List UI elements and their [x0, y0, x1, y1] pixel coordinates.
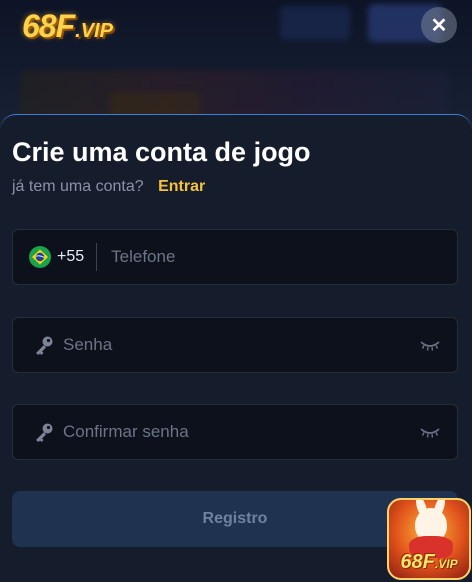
have-account-text: já tem uma conta? — [12, 178, 144, 195]
promo-badge[interactable]: 68F.VIP — [387, 498, 471, 580]
eye-closed-icon[interactable] — [419, 425, 441, 439]
field-divider — [96, 243, 98, 271]
background-banner — [20, 70, 450, 120]
country-code[interactable]: +55 — [57, 248, 84, 266]
logo-main-text: 68F — [22, 8, 75, 44]
page-title: Crie uma conta de jogo — [12, 137, 311, 167]
key-icon — [33, 334, 55, 356]
promo-main-text: 68F — [400, 551, 435, 573]
logo-suffix-text: .VIP — [75, 20, 113, 42]
promo-logo-text: 68F.VIP — [389, 551, 469, 574]
brazil-flag-icon — [29, 246, 51, 268]
confirm-password-field[interactable] — [12, 404, 458, 460]
promo-suffix-text: .VIP — [434, 557, 458, 571]
password-field[interactable] — [12, 317, 458, 373]
login-link[interactable]: Entrar — [158, 178, 205, 195]
phone-field[interactable]: +55 — [12, 229, 458, 285]
brand-logo: 68F .VIP — [22, 8, 113, 44]
password-input[interactable] — [63, 318, 419, 372]
eye-closed-icon[interactable] — [419, 338, 441, 352]
close-icon: ✕ — [430, 14, 448, 37]
close-button[interactable]: ✕ — [421, 7, 457, 43]
login-prompt: já tem uma conta? Entrar — [12, 178, 205, 196]
confirm-password-input[interactable] — [63, 405, 419, 459]
background-nav-button — [280, 6, 350, 40]
phone-input[interactable] — [111, 230, 457, 284]
key-icon — [33, 421, 55, 443]
